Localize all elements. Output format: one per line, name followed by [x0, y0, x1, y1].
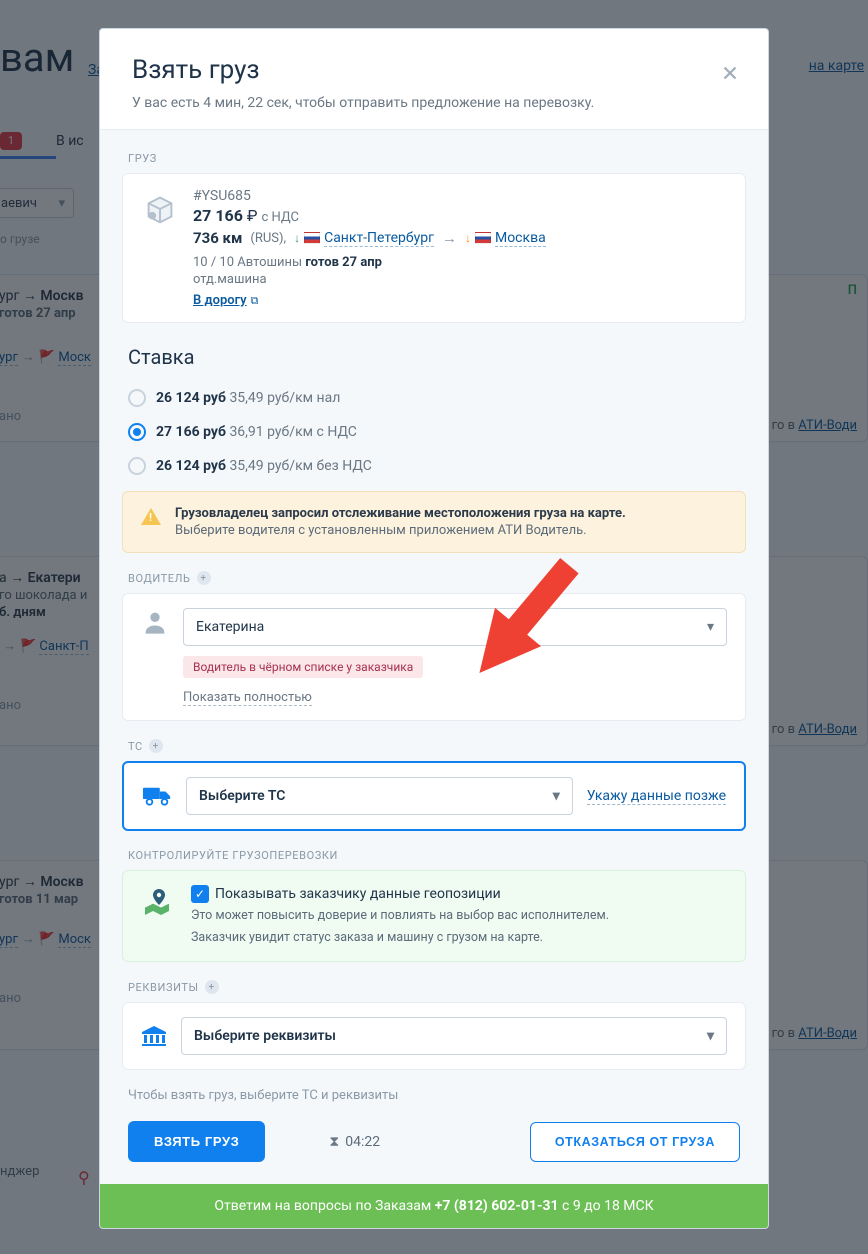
- geo-checkbox-row[interactable]: ✓ Показывать заказчику данные геопозиции: [191, 885, 609, 903]
- radio-icon: [128, 389, 146, 407]
- warning-icon: [141, 508, 161, 525]
- dropoff-icon: ↓: [465, 231, 471, 245]
- chevron-down-icon: ▾: [553, 788, 560, 804]
- close-button[interactable]: [710, 53, 750, 93]
- modal-title: Взять груз: [132, 55, 736, 85]
- driver-selected-value: Екатерина: [196, 619, 264, 635]
- refuse-cargo-button[interactable]: ОТКАЗАТЬСЯ ОТ ГРУЗА: [530, 1122, 740, 1162]
- section-label-requisites: РЕКВИЗИТЫ +: [128, 980, 746, 994]
- route-to: Москва: [495, 230, 546, 247]
- cargo-card: #YSU685 27 166 ₽ с НДС 736 км (RUS), ↓ С…: [122, 173, 746, 323]
- route-arrow-icon: →: [442, 229, 457, 247]
- package-icon: [141, 190, 179, 228]
- requisites-placeholder: Выберите реквизиты: [194, 1028, 336, 1044]
- ts-placeholder: Выберите ТС: [199, 788, 285, 804]
- ts-later-link[interactable]: Укажу данные позже: [587, 788, 726, 805]
- route-from: Санкт-Петербург: [324, 230, 434, 247]
- chevron-down-icon: ▾: [707, 619, 714, 635]
- modal-subtitle: У вас есть 4 мин, 22 сек, чтобы отправит…: [132, 95, 736, 111]
- rate-option-2[interactable]: 27 166 руб 36,91 руб/км с НДС: [122, 415, 746, 449]
- checkbox-checked-icon: ✓: [191, 885, 209, 903]
- geo-check-label: Показывать заказчику данные геопозиции: [215, 886, 501, 902]
- route-to-chip[interactable]: ↓ Москва: [465, 230, 546, 247]
- map-pin-icon: [141, 885, 177, 921]
- tracking-warning: Грузовладелец запросил отслеживание мест…: [122, 491, 746, 553]
- cargo-distance-row: 736 км (RUS), ↓ Санкт-Петербург → ↓ Моск…: [193, 229, 727, 247]
- geo-sub1: Это может повысить доверие и повлиять на…: [191, 907, 609, 925]
- footer-hint: Чтобы взять груз, выберите ТС и реквизит…: [128, 1088, 740, 1103]
- cargo-tyres-row: 10 / 10 Автошины готов 27 апр: [193, 255, 727, 270]
- rate-option-3[interactable]: 26 124 руб 35,49 руб/км без НДС: [122, 449, 746, 483]
- external-link-icon: ⧉: [251, 294, 259, 307]
- driver-card: Екатерина ▾ Водитель в чёрном списке у з…: [122, 593, 746, 721]
- add-requisites-icon[interactable]: +: [205, 980, 219, 994]
- section-label-driver: ВОДИТЕЛЬ +: [128, 571, 746, 585]
- radio-icon: [128, 457, 146, 475]
- flag-ru-icon: [304, 232, 320, 244]
- rate-option-1[interactable]: 26 124 руб 35,49 руб/км нал: [122, 381, 746, 415]
- cargo-road-link-row: В дорогу ⧉: [193, 293, 727, 308]
- route-from-chip[interactable]: ↓ Санкт-Петербург: [294, 230, 434, 247]
- ts-card: Выберите ТС ▾ Укажу данные позже: [122, 761, 746, 831]
- warning-title: Грузовладелец запросил отслеживание мест…: [175, 506, 626, 521]
- bank-icon: [141, 1025, 167, 1047]
- warning-subtitle: Выберите водителя с установленным прилож…: [175, 523, 626, 538]
- pickup-icon: ↓: [294, 231, 300, 245]
- geo-card: ✓ Показывать заказчику данные геопозиции…: [122, 870, 746, 962]
- take-cargo-button[interactable]: ВЗЯТЬ ГРУЗ: [128, 1121, 265, 1162]
- rate-section-title: Ставка: [128, 345, 746, 369]
- geo-sub2: Заказчик увидит статус заказа и машину с…: [191, 929, 609, 947]
- radio-selected-icon: [128, 423, 146, 441]
- truck-icon: [142, 784, 172, 808]
- driver-blacklist-badge: Водитель в чёрном списке у заказчика: [183, 656, 423, 678]
- help-phone-bar: Ответим на вопросы по Заказам +7 (812) 6…: [100, 1184, 768, 1228]
- cargo-vehicle-note: отд.машина: [193, 272, 727, 287]
- add-driver-icon[interactable]: +: [197, 571, 211, 585]
- close-icon: [719, 62, 741, 84]
- driver-select[interactable]: Екатерина ▾: [183, 608, 727, 646]
- requisites-card: Выберите реквизиты ▾: [122, 1002, 746, 1070]
- chevron-down-icon: ▾: [707, 1028, 714, 1044]
- cargo-price: 27 166 ₽ с НДС: [193, 206, 727, 225]
- ts-select[interactable]: Выберите ТС ▾: [186, 777, 573, 815]
- hourglass-icon: ⧗: [329, 1134, 339, 1150]
- countdown-timer: ⧗ 04:22: [329, 1134, 380, 1150]
- section-label-ts: ТС +: [128, 739, 746, 753]
- person-icon: [141, 608, 169, 636]
- flag-ru-icon: [475, 232, 491, 244]
- section-label-cargo: ГРУЗ: [128, 152, 746, 165]
- add-ts-icon[interactable]: +: [149, 739, 163, 753]
- show-full-link[interactable]: Показать полностью: [183, 690, 312, 706]
- cargo-id: #YSU685: [193, 188, 727, 204]
- modal-footer: ВЗЯТЬ ГРУЗ ⧗ 04:22 ОТКАЗАТЬСЯ ОТ ГРУЗА: [122, 1117, 746, 1184]
- road-link[interactable]: В дорогу: [193, 293, 247, 308]
- take-cargo-modal: Взять груз У вас есть 4 мин, 22 сек, что…: [99, 28, 769, 1229]
- modal-overlay: Взять груз У вас есть 4 мин, 22 сек, что…: [0, 0, 868, 1254]
- timer-value: 04:22: [345, 1134, 380, 1150]
- section-label-geo: КОНТРОЛИРУЙТЕ ГРУЗОПЕРЕВОЗКИ: [128, 849, 746, 862]
- requisites-select[interactable]: Выберите реквизиты ▾: [181, 1017, 727, 1055]
